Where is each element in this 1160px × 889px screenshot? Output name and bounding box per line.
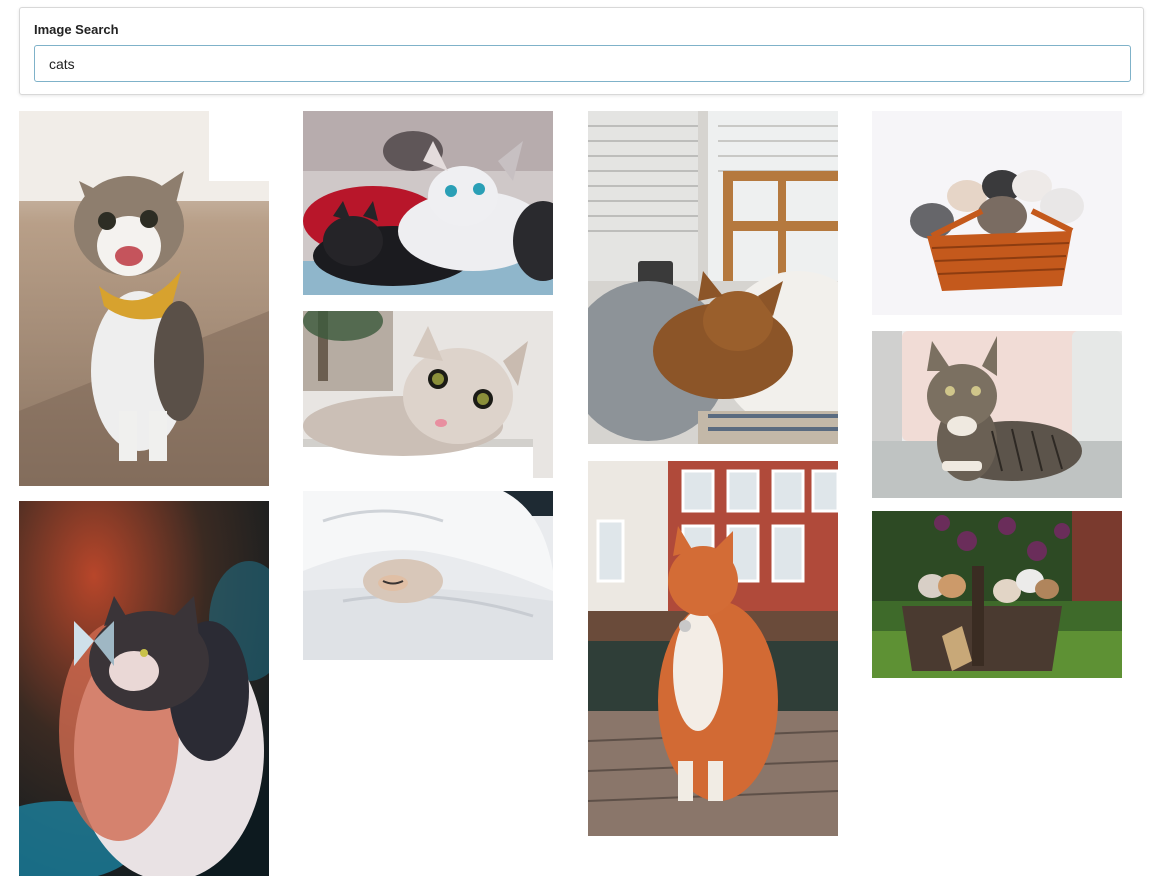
image-result-tabby-cat-on-sofa[interactable] xyxy=(872,331,1122,498)
image-icon xyxy=(588,111,838,444)
image-result-kittens-in-garden-basket[interactable] xyxy=(872,511,1122,678)
search-input[interactable] xyxy=(34,45,1131,82)
image-icon xyxy=(19,111,269,486)
image-result-cat-under-white-blanket[interactable] xyxy=(303,491,553,660)
image-icon xyxy=(19,501,269,876)
image-icon xyxy=(872,111,1122,315)
image-result-kittens-in-orange-basket[interactable] xyxy=(872,111,1122,315)
image-icon xyxy=(872,331,1122,498)
image-result-kittens-on-red-blanket[interactable] xyxy=(303,111,553,295)
search-panel: Image Search xyxy=(19,7,1144,95)
image-result-sleeping-cat-by-window[interactable] xyxy=(588,111,838,444)
search-label: Image Search xyxy=(34,22,119,37)
image-result-orange-cat-on-street[interactable] xyxy=(588,461,838,836)
image-result-cat-with-yellow-bandana[interactable] xyxy=(19,111,269,486)
image-result-surprised-cat[interactable] xyxy=(303,311,553,478)
image-icon xyxy=(303,311,553,478)
image-result-fluffy-cat-with-butterfly[interactable] xyxy=(19,501,269,876)
image-icon xyxy=(303,111,553,295)
image-icon xyxy=(872,511,1122,678)
image-icon xyxy=(588,461,838,836)
image-icon xyxy=(303,491,553,660)
